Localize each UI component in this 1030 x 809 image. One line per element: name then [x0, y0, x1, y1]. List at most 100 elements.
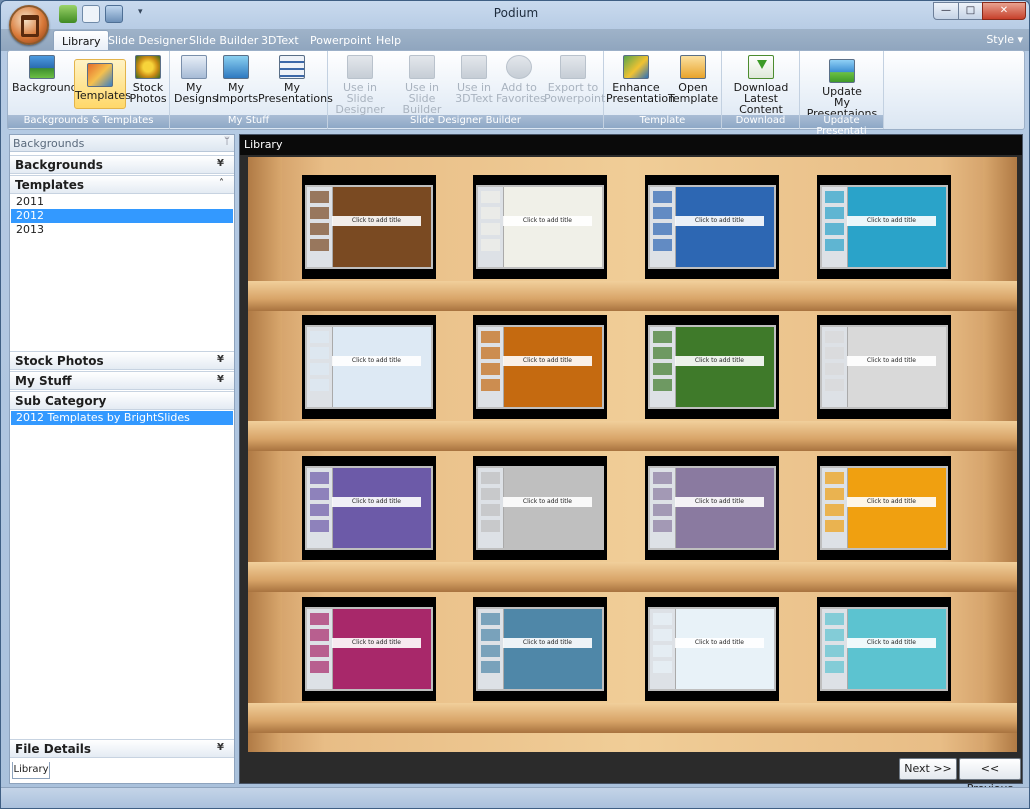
use-in-slide-designer-button[interactable]: Use in Slide Designer: [330, 55, 390, 115]
style-menu[interactable]: Style ▾: [986, 33, 1023, 46]
close-button[interactable]: ✕: [982, 2, 1026, 20]
add-favorites-label-2: Favorites: [496, 92, 546, 105]
section-backgrounds[interactable]: Backgrounds ¥: [10, 155, 234, 174]
enhance-icon: [623, 55, 649, 79]
template-thumbnail[interactable]: Click to add title: [645, 456, 779, 560]
slide-title-placeholder: Click to add title: [331, 637, 422, 648]
slide-title-placeholder: Click to add title: [846, 215, 937, 226]
previous-button[interactable]: << Previous: [959, 758, 1021, 795]
update-my-presentations-button[interactable]: Update My Presentaions: [802, 59, 882, 119]
download-arrow-icon: [748, 55, 774, 79]
template-thumbnail[interactable]: Click to add title: [645, 597, 779, 701]
expand-chevron-icon: ¥: [217, 742, 224, 753]
add-to-favorites-button[interactable]: Add to Favorites: [496, 55, 546, 105]
use-in-slide-builder-button[interactable]: Use in Slide Builder: [392, 55, 452, 115]
pin-icon[interactable]: ᛘ: [224, 136, 230, 147]
slide-title-placeholder: Click to add title: [502, 637, 593, 648]
template-thumbnail[interactable]: Click to add title: [817, 175, 951, 279]
download-latest-content-button[interactable]: Download Latest Content: [724, 55, 798, 115]
templates-button[interactable]: Templates: [74, 59, 131, 109]
podium-logo-icon: [21, 15, 39, 37]
app-menu-orb[interactable]: [9, 5, 49, 45]
template-thumbnail[interactable]: Click to add title: [645, 175, 779, 279]
tab-3dtext[interactable]: 3DText: [253, 30, 307, 51]
template-thumbnail[interactable]: Click to add title: [302, 456, 436, 560]
my-presentations-button[interactable]: My Presentations: [258, 55, 333, 105]
slide-sidebar: [822, 327, 848, 407]
save-quick-access-icon[interactable]: [82, 5, 100, 23]
maximize-button[interactable]: □: [958, 2, 983, 20]
quick-access-dropdown-icon[interactable]: ▾: [138, 7, 143, 17]
section-file-details[interactable]: File Details ¥: [10, 739, 234, 758]
template-thumbnail[interactable]: Click to add title: [473, 175, 607, 279]
section-stock-photos[interactable]: Stock Photos ¥: [10, 351, 234, 370]
export-to-powerpoint-button[interactable]: Export to Powerpoint: [544, 55, 605, 104]
shelf-side-right: [983, 157, 1017, 752]
section-sub-category: Sub Category: [10, 391, 234, 410]
template-thumbnail[interactable]: Click to add title: [302, 315, 436, 419]
template-thumbnail[interactable]: Click to add title: [817, 456, 951, 560]
status-bar: [1, 787, 1029, 808]
slide-preview: Click to add title: [305, 466, 433, 550]
template-thumbnail[interactable]: Click to add title: [473, 456, 607, 560]
library-title: Library: [240, 135, 1022, 155]
expand-chevron-icon: ¥: [217, 158, 224, 169]
template-thumbnail[interactable]: Click to add title: [473, 315, 607, 419]
list-item-2013[interactable]: 2013: [11, 223, 233, 237]
template-thumbnail[interactable]: Click to add title: [817, 315, 951, 419]
section-file-details-label: File Details: [15, 742, 92, 756]
section-templates[interactable]: Templates ˄: [10, 175, 234, 194]
group-template: Enhance Presentation Open Template Templ…: [604, 51, 722, 129]
slide-preview: Click to add title: [648, 607, 776, 691]
enhance-presentation-button[interactable]: Enhance Presentation: [606, 55, 676, 105]
group-slide-designer-builder: Use in Slide Designer Use in Slide Build…: [328, 51, 605, 129]
slide-preview: Click to add title: [820, 325, 948, 409]
group-download: Download Latest Content Download: [722, 51, 800, 129]
landscape-icon: [29, 55, 55, 79]
slide-designer-icon: [347, 55, 373, 79]
powerpoint-icon: [560, 55, 586, 79]
my-designs-button[interactable]: My Designs: [174, 55, 218, 104]
update-icon: [829, 59, 855, 83]
export-quick-access-icon[interactable]: [105, 5, 123, 23]
group-label: Slide Designer Builder: [328, 115, 603, 128]
download-quick-access-icon[interactable]: [59, 5, 77, 23]
templates-button-label: Templates: [75, 89, 131, 102]
slide-preview: Click to add title: [476, 607, 604, 691]
shelf-plank: [248, 421, 1017, 451]
use-3dtext-label-2: 3DText: [455, 92, 493, 105]
use-in-3dtext-button[interactable]: Use in 3DText: [454, 55, 494, 104]
group-label: Template: [604, 115, 721, 128]
my-imports-button[interactable]: My Imports: [216, 55, 258, 104]
group-update-presentations: Update My Presentaions Update Presentati: [800, 51, 884, 137]
list-item-2012[interactable]: 2012: [11, 209, 233, 223]
background-button[interactable]: Background: [12, 55, 78, 93]
section-sub-category-label: Sub Category: [15, 394, 107, 408]
heart-icon: [506, 55, 532, 79]
section-my-stuff[interactable]: My Stuff ¥: [10, 371, 234, 390]
slide-sidebar: [822, 187, 848, 267]
enhance-label-2: Presentation: [606, 92, 676, 105]
stock-photos-button[interactable]: Stock Photos: [128, 55, 168, 104]
template-thumbnail[interactable]: Click to add title: [302, 597, 436, 701]
next-button[interactable]: Next >>: [899, 758, 957, 780]
tab-library-panel[interactable]: Library: [12, 762, 50, 779]
template-thumbnail[interactable]: Click to add title: [473, 597, 607, 701]
3d-slide-icon: [461, 55, 487, 79]
list-item-2011[interactable]: 2011: [11, 195, 233, 209]
template-thumbnail[interactable]: Click to add title: [302, 175, 436, 279]
open-template-button[interactable]: Open Template: [668, 55, 718, 104]
list-item-sub-category[interactable]: 2012 Templates by BrightSlides: [11, 411, 233, 425]
template-thumbnail[interactable]: Click to add title: [645, 315, 779, 419]
section-templates-label: Templates: [15, 178, 85, 192]
my-presentations-label-2: Presentations: [258, 92, 333, 105]
slide-sidebar: [478, 609, 504, 689]
slide-sidebar: [650, 468, 676, 548]
minimize-button[interactable]: —: [933, 2, 959, 20]
slide-sidebar: [650, 609, 676, 689]
template-thumbnail[interactable]: Click to add title: [817, 597, 951, 701]
slide-title-placeholder: Click to add title: [674, 355, 765, 366]
group-label: Download: [722, 115, 799, 128]
tab-help[interactable]: Help: [368, 30, 409, 51]
shelf-plank: [248, 703, 1017, 733]
